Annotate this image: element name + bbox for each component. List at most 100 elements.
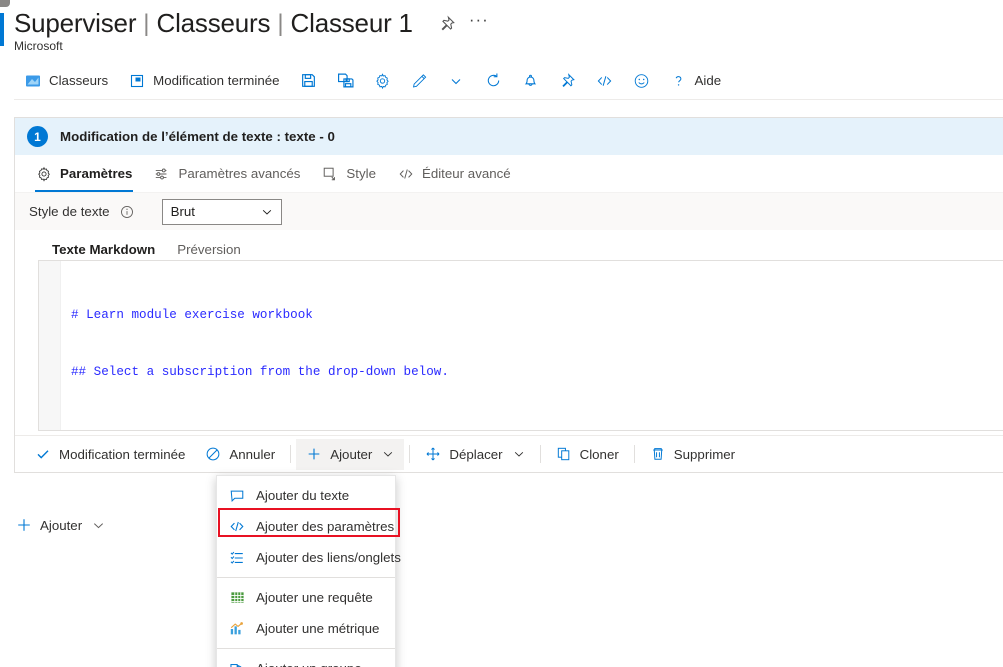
pin-icon[interactable] xyxy=(437,14,457,34)
menu-item-ajouter-une-requete-label: Ajouter une requête xyxy=(256,590,373,605)
bottom-add-label: Ajouter xyxy=(40,517,83,533)
menu-item-ajouter-des-parametres-label: Ajouter des paramètres xyxy=(256,519,395,534)
bottom-add-button[interactable]: Ajouter xyxy=(10,510,111,540)
trash-icon xyxy=(650,446,666,462)
edit-done-icon xyxy=(128,72,145,89)
chevron-down-icon xyxy=(513,448,525,460)
subtab-texte-markdown-label: Texte Markdown xyxy=(52,241,156,257)
info-icon[interactable] xyxy=(120,205,134,219)
cmd-edit-done[interactable]: Modification terminée xyxy=(118,65,289,97)
gear-icon xyxy=(36,166,52,182)
save-as-icon xyxy=(337,72,354,89)
toolbar-deplacer[interactable]: Déplacer xyxy=(415,439,534,470)
tab-style-label: Style xyxy=(346,166,376,181)
cmd-alerts[interactable] xyxy=(512,65,549,97)
text-style-select-value: Brut xyxy=(170,204,195,219)
cmd-help-label: Aide xyxy=(694,73,722,88)
toolbar-ajouter[interactable]: Ajouter xyxy=(296,438,405,470)
toolbar-modification-terminee[interactable]: Modification terminée xyxy=(25,439,195,470)
clone-icon xyxy=(556,446,572,462)
save-icon xyxy=(300,72,317,89)
menu-item-ajouter-un-groupe[interactable]: Ajouter un groupe xyxy=(217,653,395,667)
tab-editeur-avance[interactable]: Éditeur avancé xyxy=(387,155,522,192)
menu-divider-2 xyxy=(217,648,395,649)
chevron-down-icon xyxy=(92,519,105,532)
page-title-part1: Superviser xyxy=(14,8,137,38)
code-icon xyxy=(398,166,414,182)
toolbar-divider-1 xyxy=(290,445,292,463)
cmd-workbooks[interactable]: Classeurs xyxy=(14,65,118,97)
page-title-part3: Classeur 1 xyxy=(290,8,413,38)
toolbar-divider-2 xyxy=(409,445,411,463)
panel-bottom-toolbar: Modification terminée Annuler Ajouter Dé… xyxy=(15,435,1003,472)
tab-editeur-avance-label: Éditeur avancé xyxy=(421,166,511,181)
cmd-edit-chevron[interactable] xyxy=(438,65,475,97)
tab-parametres-avances[interactable]: Paramètres avancés xyxy=(143,155,311,192)
question-icon xyxy=(670,72,687,89)
check-icon xyxy=(35,446,51,462)
toolbar-cloner[interactable]: Cloner xyxy=(546,439,629,470)
style-row: Style de texte Brut xyxy=(15,192,1003,230)
menu-item-ajouter-une-requete[interactable]: Ajouter une requête xyxy=(217,582,395,613)
code-icon xyxy=(596,72,613,89)
cmd-refresh[interactable] xyxy=(475,65,512,97)
editor-code-area[interactable]: # Learn module exercise workbook ## Sele… xyxy=(61,261,1003,430)
panel-tabs: Paramètres Paramètres avancés Style Édit… xyxy=(15,155,1003,192)
text-style-select[interactable]: Brut xyxy=(161,198,282,225)
code-line-2: ## Select a subscription from the drop-d… xyxy=(71,365,449,379)
edit-panel: 1 Modification de l’élément de texte : t… xyxy=(14,117,1003,473)
editor-gutter xyxy=(39,261,61,430)
cmd-code[interactable] xyxy=(586,65,623,97)
toolbar-deplacer-label: Déplacer xyxy=(449,446,503,462)
edit-panel-title: Modification de l’élément de texte : tex… xyxy=(60,129,335,144)
edit-panel-header: 1 Modification de l’élément de texte : t… xyxy=(15,118,1003,155)
toolbar-divider-4 xyxy=(633,445,635,463)
chevron-down-icon xyxy=(261,206,273,218)
menu-item-ajouter-une-metrique[interactable]: Ajouter une métrique xyxy=(217,613,395,644)
tab-parametres-label: Paramètres xyxy=(60,166,133,181)
step-badge: 1 xyxy=(27,126,48,147)
style-icon xyxy=(322,166,338,182)
cmd-edit[interactable] xyxy=(401,65,438,97)
gear-icon xyxy=(374,72,391,89)
move-icon xyxy=(425,446,441,462)
cmd-workbooks-label: Classeurs xyxy=(49,73,109,88)
tab-style[interactable]: Style xyxy=(311,155,387,192)
toolbar-annuler-label: Annuler xyxy=(229,446,276,462)
cmd-settings[interactable] xyxy=(364,65,401,97)
window-corner-nub xyxy=(0,0,10,7)
plus-icon xyxy=(306,446,322,462)
cmd-feedback[interactable] xyxy=(623,65,660,97)
add-context-menu: Ajouter du texte Ajouter des paramètres … xyxy=(216,475,401,667)
menu-divider-1 xyxy=(217,577,395,578)
menu-item-ajouter-des-parametres[interactable]: Ajouter des paramètres xyxy=(217,511,395,542)
cmd-help[interactable]: Aide xyxy=(660,65,732,97)
code-icon xyxy=(229,519,245,535)
pin-icon xyxy=(559,72,576,89)
cmd-save[interactable] xyxy=(290,65,327,97)
code-line-1: # Learn module exercise workbook xyxy=(71,308,313,322)
toolbar-divider-3 xyxy=(539,445,541,463)
toolbar-cloner-label: Cloner xyxy=(579,446,619,462)
toolbar-supprimer[interactable]: Supprimer xyxy=(640,439,745,470)
menu-item-ajouter-du-texte[interactable]: Ajouter du texte xyxy=(217,480,395,511)
toolbar-ajouter-label: Ajouter xyxy=(330,446,373,462)
tab-parametres[interactable]: Paramètres xyxy=(25,155,143,192)
pencil-icon xyxy=(411,72,428,89)
text-icon xyxy=(229,488,245,504)
cmd-save-as[interactable] xyxy=(327,65,364,97)
menu-item-ajouter-un-groupe-label: Ajouter un groupe xyxy=(256,661,362,667)
menu-item-ajouter-du-texte-label: Ajouter du texte xyxy=(256,488,350,503)
cmd-pin[interactable] xyxy=(549,65,586,97)
smiley-icon xyxy=(633,72,650,89)
more-options-button[interactable]: ··· xyxy=(469,11,489,33)
plus-icon xyxy=(16,517,32,533)
menu-item-ajouter-des-liens-onglets[interactable]: Ajouter des liens/onglets xyxy=(217,542,401,573)
markdown-editor[interactable]: # Learn module exercise workbook ## Sele… xyxy=(38,260,1003,431)
toolbar-annuler[interactable]: Annuler xyxy=(195,439,285,470)
app-window: Superviser | Classeurs | Classeur 1 ··· … xyxy=(0,0,1003,667)
bell-icon xyxy=(522,72,539,89)
grid-icon xyxy=(229,590,245,606)
list-icon xyxy=(229,550,245,566)
page-subtitle: Microsoft xyxy=(14,39,63,53)
